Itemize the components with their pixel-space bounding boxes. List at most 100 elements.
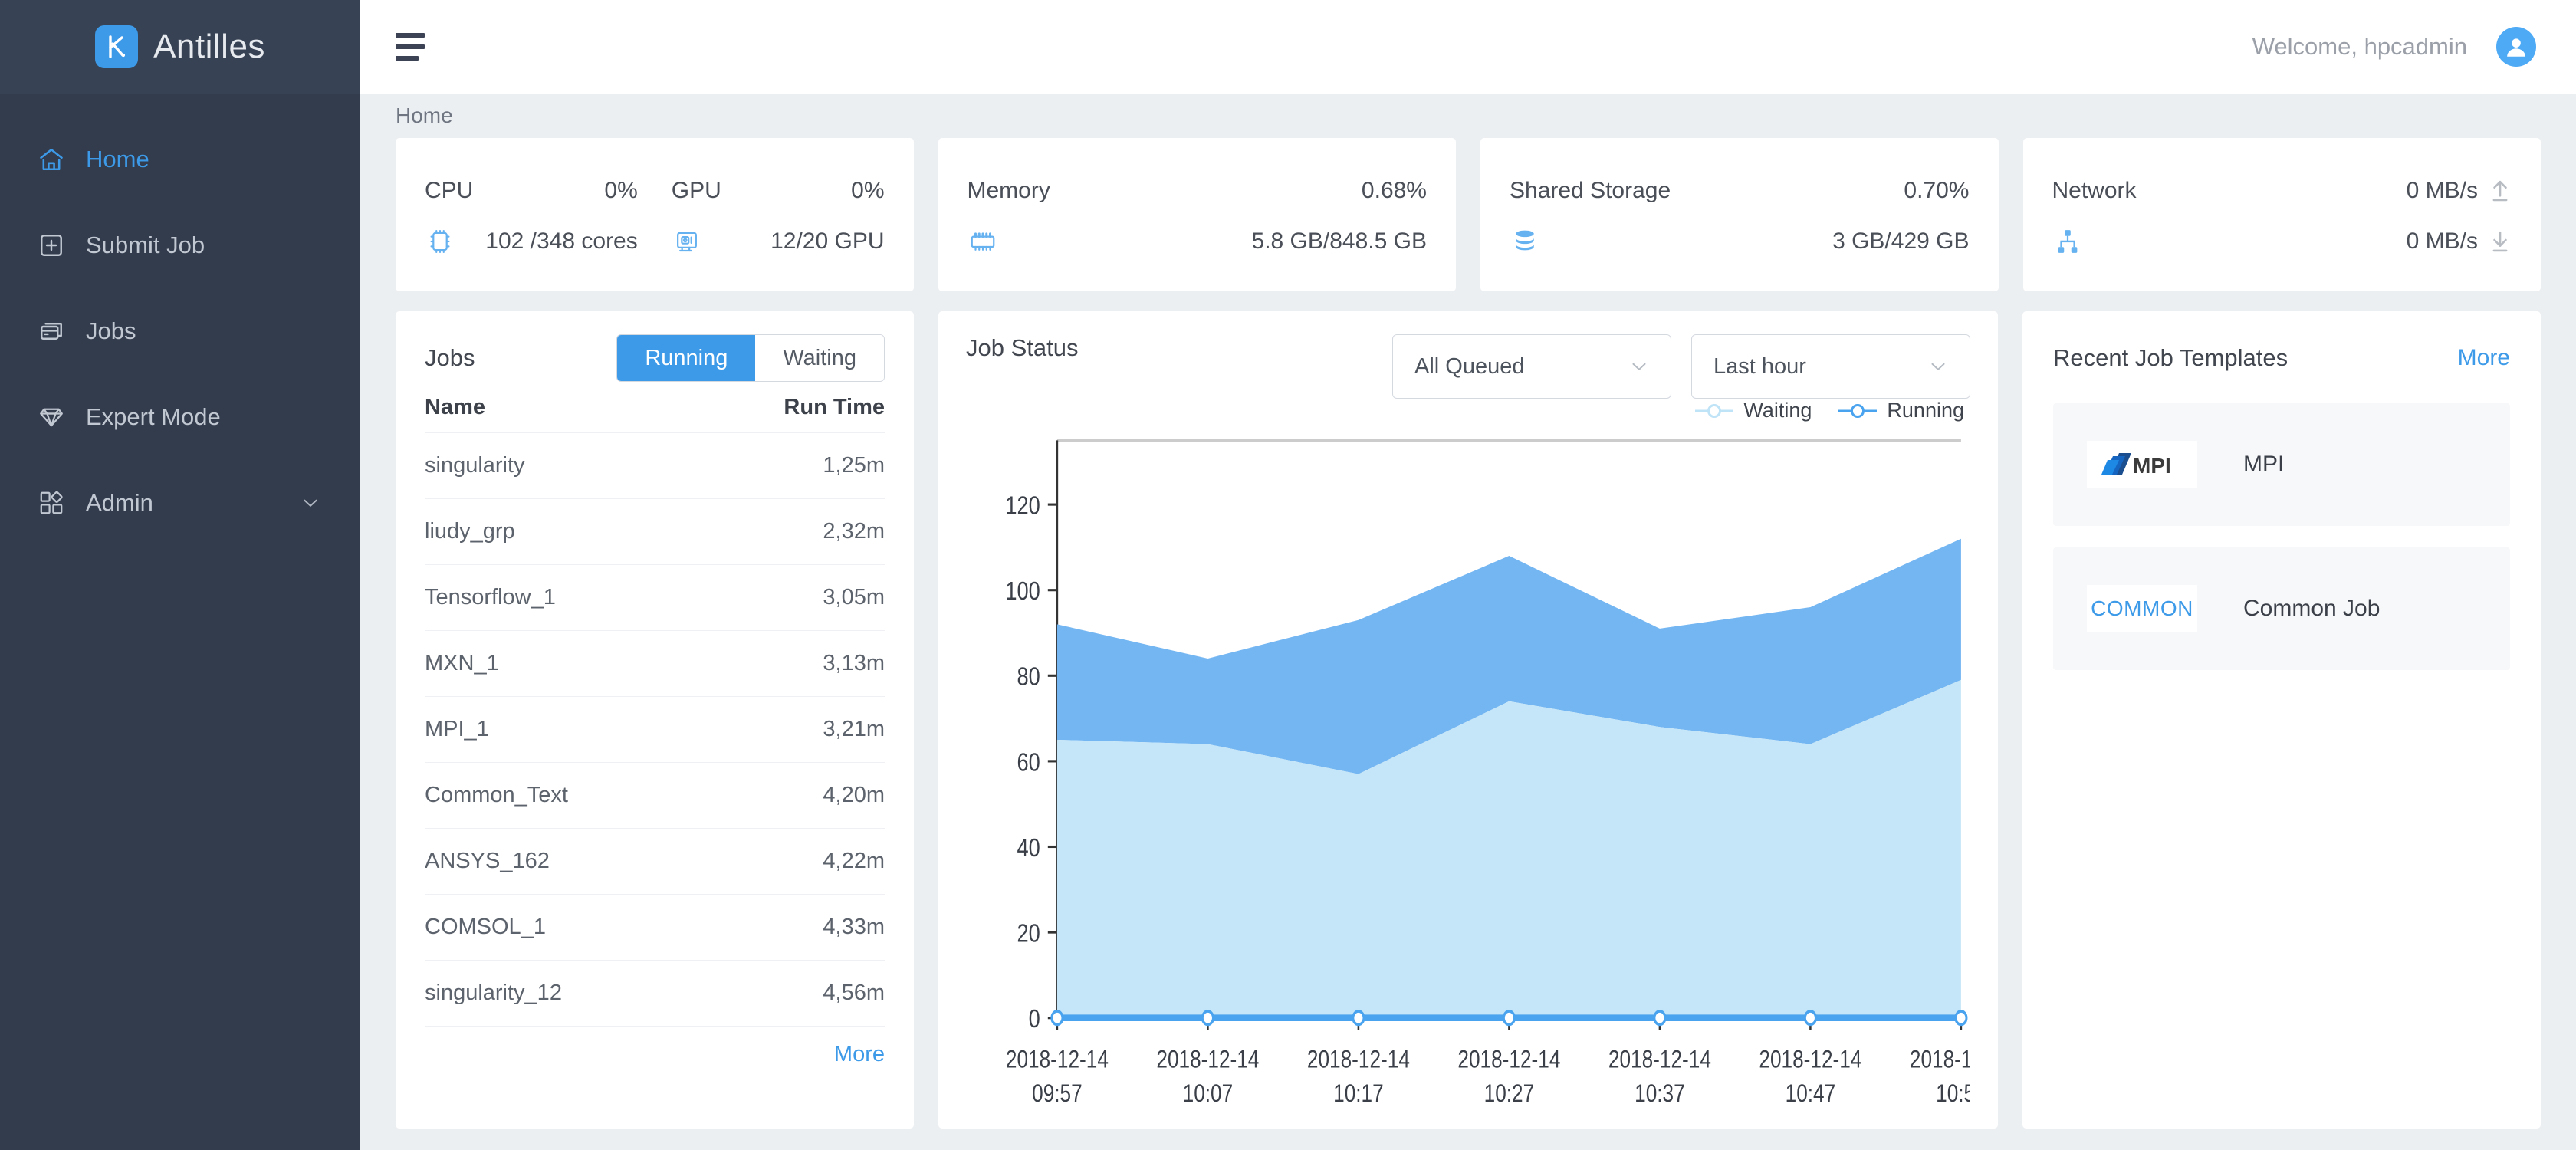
cpu-cores: 102 /348 cores (485, 228, 637, 255)
database-icon (1510, 226, 1540, 257)
memory-detail-row: 5.8 GB/848.5 GB (968, 216, 1428, 267)
jobs-panel-header: Jobs Running Waiting (425, 334, 885, 382)
storage-label-row: Shared Storage 0.70% (1510, 166, 1970, 216)
job-name: COMSOL_1 (425, 915, 546, 940)
job-name: singularity (425, 453, 525, 478)
table-row[interactable]: ANSYS_162 4,22m (425, 828, 885, 894)
breadcrumb: Home (360, 94, 2576, 138)
tab-running[interactable]: Running (617, 335, 755, 381)
chevron-down-icon[interactable] (301, 493, 320, 513)
table-row[interactable]: MPI_1 3,21m (425, 696, 885, 762)
job-name: liudy_grp (425, 519, 515, 544)
svg-text:2018-12-14: 2018-12-14 (1307, 1046, 1410, 1073)
table-row[interactable]: MXN_1 3,13m (425, 630, 885, 696)
memory-percent: 0.68% (1362, 178, 1427, 204)
job-runtime: 4,56m (823, 981, 885, 1006)
jobs-panel-title: Jobs (425, 344, 475, 372)
svg-text:2018-12-14: 2018-12-14 (1006, 1046, 1109, 1073)
network-download-rate: 0 MB/s (2407, 228, 2478, 255)
main-area: Welcome, hpcadmin Home CPU 0% (360, 0, 2576, 1150)
svg-text:10:27: 10:27 (1484, 1080, 1535, 1108)
sidebar-item-label: Submit Job (86, 232, 205, 259)
job-name: Tensorflow_1 (425, 585, 556, 610)
sidebar: Antilles Home (0, 0, 360, 1150)
jobs-panel: Jobs Running Waiting Name Run Time singu… (396, 311, 914, 1129)
cpu-label-row: CPU 0% (425, 178, 638, 204)
table-row[interactable]: Tensorflow_1 3,05m (425, 564, 885, 630)
table-row[interactable]: singularity 1,25m (425, 432, 885, 498)
templates-header: Recent Job Templates More (2053, 334, 2510, 382)
time-range-select[interactable]: Last hour (1691, 334, 1970, 399)
sidebar-item-home[interactable]: Home (0, 117, 360, 202)
jobs-more-link[interactable]: More (834, 1042, 885, 1067)
user-avatar-icon[interactable] (2496, 27, 2536, 67)
column-header-runtime: Run Time (784, 395, 885, 420)
network-detail-row: 0 MB/s (2052, 216, 2512, 267)
stat-card-network: Network 0 MB/s (2023, 138, 2542, 291)
jobs-status-toggle: Running Waiting (616, 334, 885, 382)
chart-filters: All Queued Last hour (1392, 334, 1970, 399)
storage-label: Shared Storage (1510, 178, 1671, 204)
storage-usage: 3 GB/429 GB (1832, 228, 1969, 255)
tab-waiting[interactable]: Waiting (755, 335, 884, 381)
gpu-percent: 0% (851, 178, 884, 204)
breadcrumb-item-home[interactable]: Home (396, 104, 453, 128)
table-row[interactable]: Common_Text 4,20m (425, 762, 885, 828)
column-header-name: Name (425, 395, 485, 420)
job-runtime: 3,21m (823, 717, 885, 742)
cpu-detail-row: 102 /348 cores (425, 226, 638, 257)
queue-select[interactable]: All Queued (1392, 334, 1671, 399)
job-runtime: 4,22m (823, 849, 885, 874)
dashboard-middle-row: Jobs Running Waiting Name Run Time singu… (396, 311, 2541, 1150)
svg-text:2018-12-14: 2018-12-14 (1759, 1046, 1861, 1073)
svg-text:80: 80 (1017, 662, 1040, 691)
job-runtime: 3,13m (823, 651, 885, 676)
sidebar-item-jobs[interactable]: Jobs (0, 288, 360, 374)
svg-text:10:07: 10:07 (1183, 1080, 1234, 1108)
top-bar: Welcome, hpcadmin (360, 0, 2576, 94)
job-status-title: Job Status (966, 334, 1078, 362)
job-name: MXN_1 (425, 651, 499, 676)
svg-text:100: 100 (1005, 577, 1040, 605)
diamond-icon (37, 402, 66, 432)
stat-card-shared-storage: Shared Storage 0.70% 3 GB/429 GB (1480, 138, 1999, 291)
legend-item-running[interactable]: Running (1838, 399, 1964, 422)
sidebar-item-submit-job[interactable]: Submit Job (0, 202, 360, 288)
table-row[interactable]: COMSOL_1 4,33m (425, 894, 885, 960)
svg-text:2018-12-14: 2018-12-14 (1608, 1046, 1711, 1073)
list-item[interactable]: MPI MPI (2053, 403, 2510, 526)
plus-square-icon (37, 231, 66, 260)
welcome-text: Welcome, hpcadmin (2252, 33, 2467, 61)
list-item[interactable]: COMMON Common Job (2053, 547, 2510, 670)
table-row[interactable]: singularity_12 4,56m (425, 960, 885, 1026)
sidebar-item-label: Home (86, 146, 150, 173)
svg-text:MPI: MPI (2133, 454, 2171, 478)
gpu-count: 12/20 GPU (770, 228, 884, 255)
job-runtime: 2,32m (823, 519, 885, 544)
job-name: singularity_12 (425, 981, 562, 1006)
svg-text:2018-12-14: 2018-12-14 (1457, 1046, 1560, 1073)
jobs-more-row: More (425, 1026, 885, 1083)
grid-diamond-icon (37, 488, 66, 518)
stack-icon (37, 317, 66, 346)
dashboard-content: CPU 0% GPU 0% (360, 138, 2576, 1150)
mpi-logo-icon: MPI (2087, 441, 2197, 488)
hamburger-icon[interactable] (396, 33, 429, 61)
network-label: Network (2052, 178, 2137, 204)
memory-usage: 5.8 GB/848.5 GB (1252, 228, 1427, 255)
svg-text:120: 120 (1005, 491, 1040, 520)
sidebar-item-expert-mode[interactable]: Expert Mode (0, 374, 360, 460)
job-name: MPI_1 (425, 717, 489, 742)
sidebar-item-admin[interactable]: Admin (0, 460, 360, 546)
table-row[interactable]: liudy_grp 2,32m (425, 498, 885, 564)
template-name: Common Job (2243, 596, 2380, 622)
recent-job-templates-panel: Recent Job Templates More MPI (2022, 311, 2541, 1129)
svg-text:10:17: 10:17 (1333, 1080, 1384, 1108)
legend-item-waiting[interactable]: Waiting (1694, 399, 1812, 422)
brand[interactable]: Antilles (0, 0, 360, 94)
download-arrow-icon (2489, 228, 2512, 255)
chevron-down-icon (1928, 356, 1948, 376)
home-icon (37, 145, 66, 174)
templates-more-link[interactable]: More (2458, 345, 2510, 371)
svg-text:10:47: 10:47 (1786, 1080, 1836, 1108)
